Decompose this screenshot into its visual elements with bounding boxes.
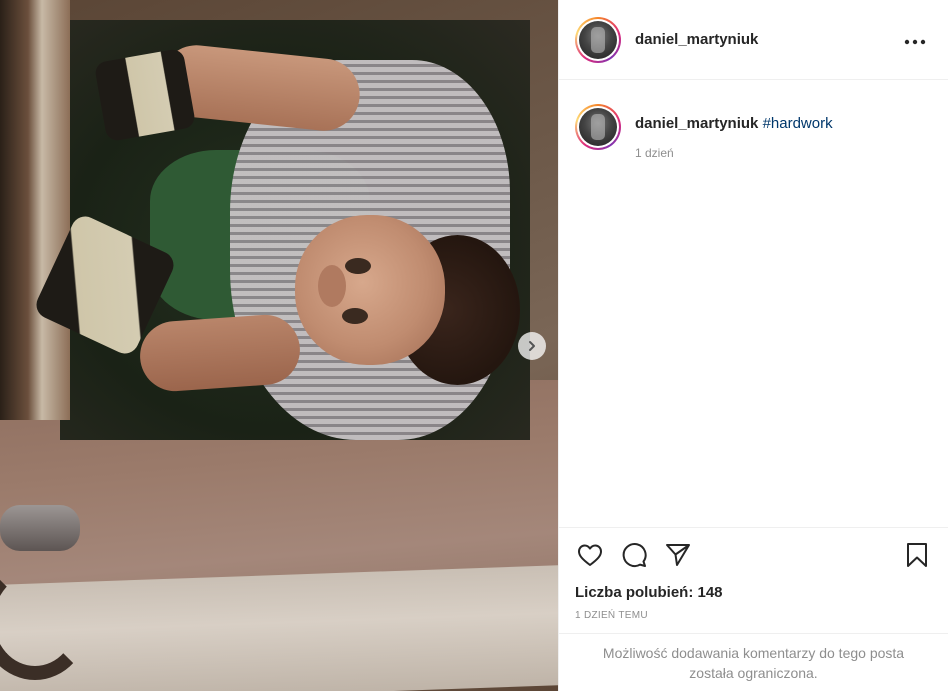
avatar-image (579, 108, 617, 146)
action-bar (575, 540, 932, 570)
like-button[interactable] (575, 540, 605, 570)
comment-bubble-icon (622, 543, 647, 567)
avatar-image (579, 20, 617, 59)
post-photo (0, 0, 558, 691)
caption-text: daniel_martyniuk #hardwork (635, 114, 833, 134)
more-options-icon (904, 39, 926, 45)
caption: daniel_martyniuk #hardwork 1 dzień (575, 100, 932, 160)
post-side-panel: daniel_martyniuk daniel_martyniuk #hardw… (558, 0, 948, 691)
more-options-button[interactable] (898, 25, 932, 54)
post-date[interactable]: 1 DZIEŃ TEMU (575, 610, 932, 621)
avatar[interactable] (575, 16, 621, 63)
chevron-right-icon (529, 341, 535, 351)
post-media (0, 0, 558, 691)
actions-section: Liczba polubień: 148 1 DZIEŃ TEMU (559, 527, 948, 633)
comments-restricted-notice: Możliwość dodawania komentarzy do tego p… (559, 633, 948, 691)
comment-button[interactable] (619, 540, 649, 570)
share-button[interactable] (663, 540, 693, 570)
caption-hashtag[interactable]: #hardwork (763, 115, 833, 132)
save-button[interactable] (902, 540, 932, 570)
next-media-button[interactable] (518, 332, 546, 360)
paper-plane-icon (666, 544, 690, 566)
caption-timestamp[interactable]: 1 dzień (635, 146, 833, 160)
caption-username[interactable]: daniel_martyniuk (635, 115, 758, 132)
post-header: daniel_martyniuk (559, 0, 948, 80)
heart-icon (578, 544, 602, 566)
caption-avatar[interactable] (575, 104, 621, 150)
comments-section: daniel_martyniuk #hardwork 1 dzień (559, 80, 948, 527)
likes-count[interactable]: Liczba polubień: 148 (575, 584, 932, 601)
caption-body: daniel_martyniuk #hardwork 1 dzień (635, 100, 833, 160)
bookmark-icon (907, 543, 927, 567)
header-username[interactable]: daniel_martyniuk (635, 31, 758, 48)
instagram-post: daniel_martyniuk daniel_martyniuk #hardw… (0, 0, 948, 691)
